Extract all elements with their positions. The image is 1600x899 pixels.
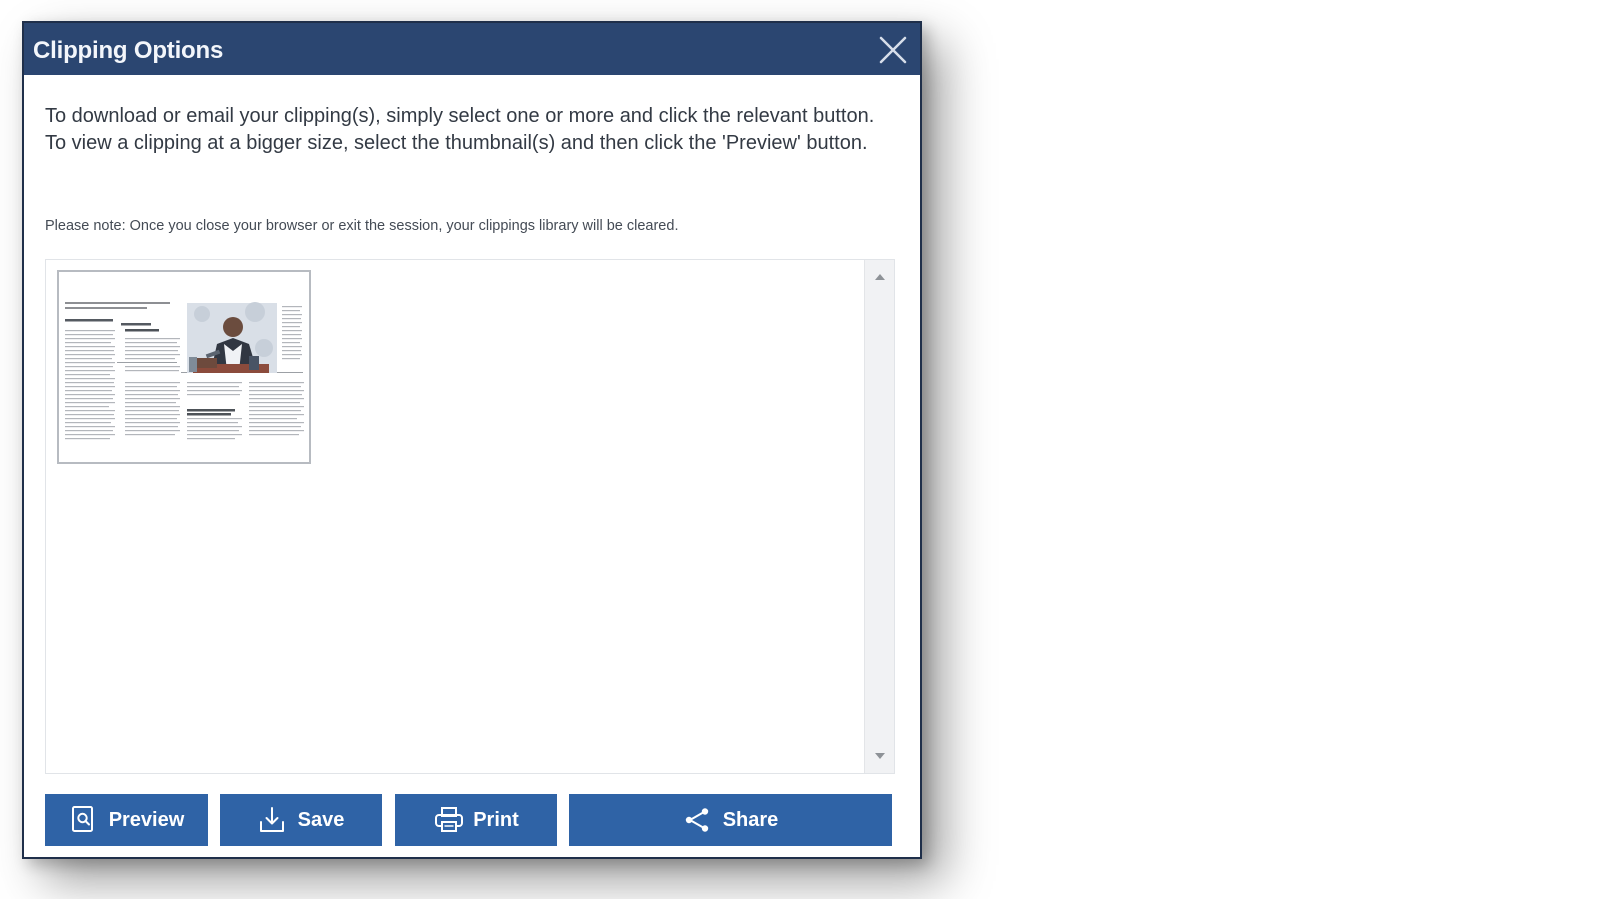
close-icon	[879, 36, 907, 64]
clipping-thumbnail[interactable]	[57, 270, 311, 464]
scroll-up-button[interactable]	[865, 263, 895, 291]
preview-icon	[69, 805, 97, 835]
printer-icon	[433, 805, 464, 835]
close-button[interactable]	[878, 35, 908, 65]
chevron-down-icon	[875, 753, 885, 759]
dialog-titlebar: Clipping Options	[24, 23, 920, 75]
preview-button-label: Preview	[108, 808, 185, 831]
screen: Clipping Options To download or email yo…	[0, 0, 1600, 899]
dialog-instructions: To download or email your clipping(s), s…	[45, 105, 875, 154]
print-button[interactable]: Print	[395, 794, 557, 846]
clipping-options-dialog: Clipping Options To download or email yo…	[22, 21, 922, 859]
save-button-label: Save	[297, 808, 345, 831]
chevron-up-icon	[875, 274, 885, 280]
clippings-library[interactable]	[45, 259, 895, 774]
newspaper-clipping-thumbnail	[59, 272, 309, 462]
library-scrollbar[interactable]	[864, 260, 894, 773]
download-icon	[258, 805, 286, 835]
scroll-down-button[interactable]	[865, 742, 895, 770]
save-button[interactable]: Save	[220, 794, 382, 846]
share-button-label: Share	[722, 808, 779, 831]
share-icon	[683, 805, 711, 835]
preview-button[interactable]: Preview	[45, 794, 208, 846]
library-note: Please note: Once you close your browser…	[45, 218, 679, 234]
share-button[interactable]: Share	[569, 794, 892, 846]
print-button-label: Print	[473, 808, 519, 831]
dialog-actions: Preview Save Print Share	[45, 794, 895, 846]
dialog-title: Clipping Options	[33, 37, 224, 64]
